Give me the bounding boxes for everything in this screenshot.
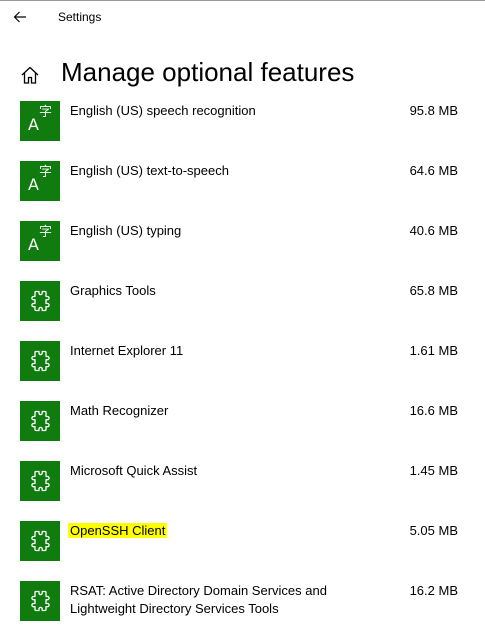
feature-size: 65.8 MB — [409, 283, 458, 298]
feature-size: 16.2 MB — [409, 583, 458, 598]
home-icon[interactable] — [20, 65, 40, 85]
language-icon: A 字 — [20, 221, 60, 261]
feature-item[interactable]: Math Recognizer 16.6 MB — [0, 398, 485, 458]
puzzle-glyph — [31, 350, 50, 372]
back-arrow-icon — [13, 11, 26, 23]
feature-item[interactable]: A 字 English (US) typing 40.6 MB — [0, 218, 485, 278]
puzzle-glyph — [31, 590, 50, 612]
language-icon: A 字 — [20, 101, 60, 141]
puzzle-glyph — [31, 290, 50, 312]
feature-name-text: Microsoft Quick Assist — [70, 463, 198, 478]
puzzle-icon — [20, 521, 60, 561]
puzzle-icon — [20, 341, 60, 381]
feature-name-text: Math Recognizer — [70, 403, 169, 418]
feature-item[interactable]: OpenSSH Client 5.05 MB — [0, 518, 485, 578]
feature-name: English (US) text-to-speech — [70, 162, 370, 180]
feature-name: Graphics Tools — [70, 282, 370, 300]
feature-name-text: OpenSSH Client — [68, 523, 168, 538]
window-title: Settings — [58, 10, 102, 24]
character-glyph: 字 — [39, 105, 53, 120]
feature-name: English (US) speech recognition — [70, 102, 370, 120]
feature-item[interactable]: A 字 English (US) text-to-speech 64.6 MB — [0, 158, 485, 218]
letter-a-glyph: A — [28, 235, 39, 254]
page-header: Manage optional features — [0, 56, 485, 96]
puzzle-glyph — [31, 530, 50, 552]
letter-a-glyph: A — [28, 175, 39, 194]
feature-item[interactable]: Graphics Tools 65.8 MB — [0, 278, 485, 338]
feature-name: Math Recognizer — [70, 402, 370, 420]
puzzle-glyph — [31, 470, 50, 492]
feature-name-text: Graphics Tools — [70, 283, 156, 298]
feature-name-text: English (US) typing — [70, 223, 182, 238]
feature-size: 16.6 MB — [409, 403, 458, 418]
feature-name-text: English (US) text-to-speech — [70, 163, 229, 178]
feature-name: RSAT: Active Directory Domain Services a… — [70, 582, 370, 618]
feature-item[interactable]: Microsoft Quick Assist 1.45 MB — [0, 458, 485, 518]
feature-name: English (US) typing — [70, 222, 370, 240]
character-glyph: 字 — [39, 225, 53, 240]
letter-a-glyph: A — [28, 115, 39, 134]
feature-size: 40.6 MB — [409, 223, 458, 238]
feature-name: Microsoft Quick Assist — [70, 462, 370, 480]
feature-size: 1.61 MB — [409, 343, 458, 358]
title-bar: Settings — [0, 1, 485, 33]
puzzle-icon — [20, 281, 60, 321]
puzzle-glyph — [31, 410, 50, 432]
feature-size: 1.45 MB — [409, 463, 458, 478]
feature-size: 64.6 MB — [409, 163, 458, 178]
feature-item[interactable]: RSAT: Active Directory Domain Services a… — [0, 578, 485, 632]
feature-size: 5.05 MB — [409, 523, 458, 538]
back-button[interactable] — [8, 5, 32, 29]
language-icon: A 字 — [20, 161, 60, 201]
feature-item[interactable]: Internet Explorer 11 1.61 MB — [0, 338, 485, 398]
puzzle-icon — [20, 461, 60, 501]
character-glyph: 字 — [39, 165, 53, 180]
feature-item[interactable]: A 字 English (US) speech recognition 95.8 … — [0, 98, 485, 158]
feature-name-text: Internet Explorer 11 — [70, 343, 184, 358]
page-title: Manage optional features — [61, 57, 355, 87]
puzzle-icon — [20, 401, 60, 441]
puzzle-icon — [20, 581, 60, 621]
feature-name: OpenSSH Client — [68, 522, 370, 540]
feature-name-text: RSAT: Active Directory Domain Services a… — [70, 583, 327, 616]
feature-name-text: English (US) speech recognition — [70, 103, 256, 118]
feature-size: 95.8 MB — [409, 103, 458, 118]
settings-window: Settings Manage optional features A 字 En… — [0, 0, 485, 632]
feature-name: Internet Explorer 11 — [70, 342, 370, 360]
